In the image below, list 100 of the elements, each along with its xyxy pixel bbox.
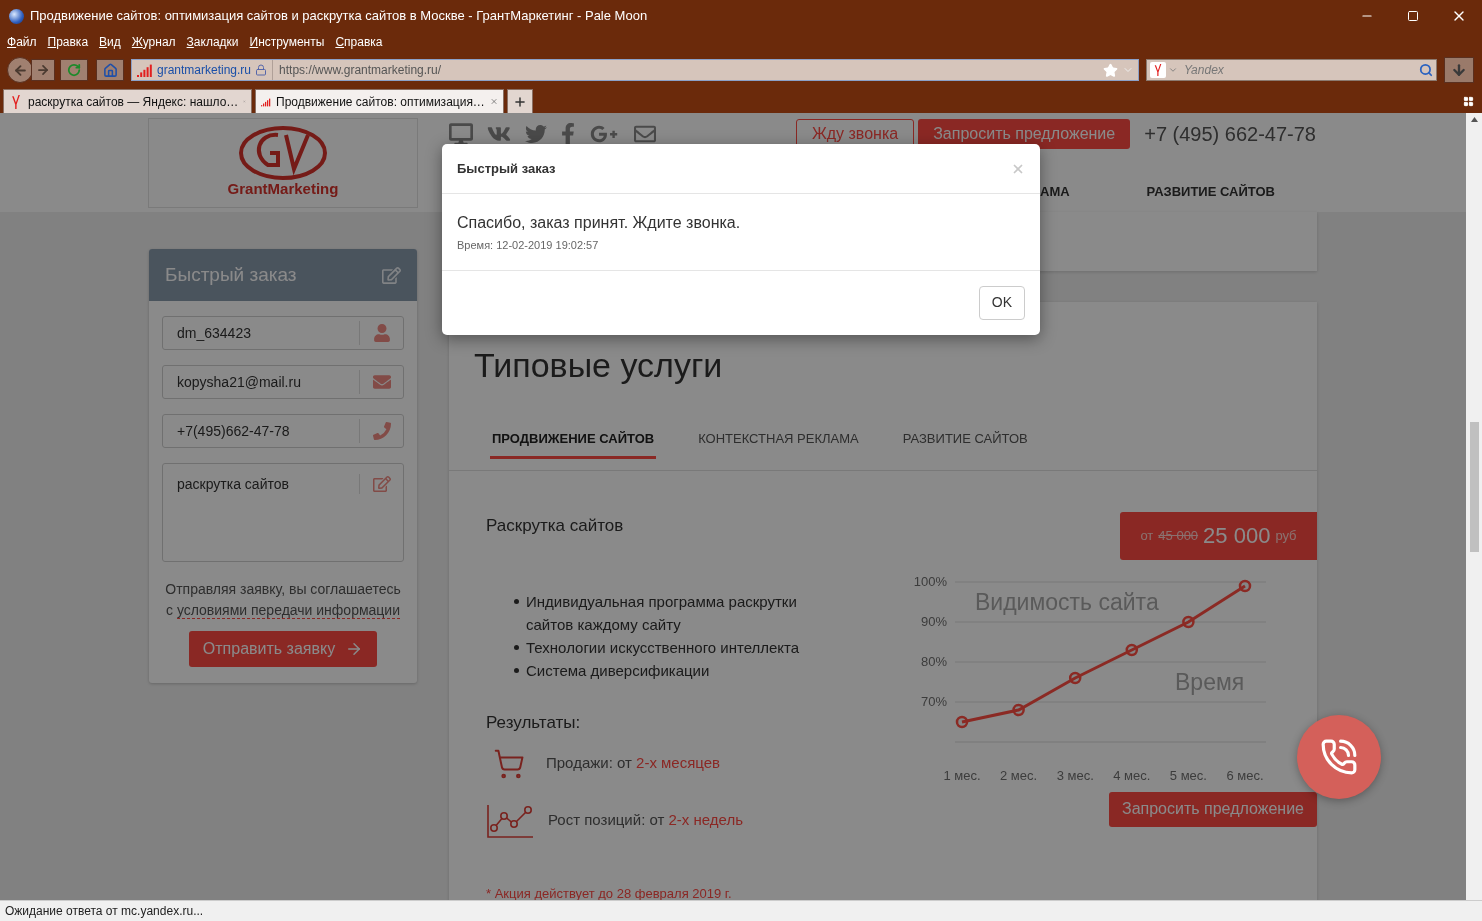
consent-text: Отправляя заявку, вы соглашаетесь с условиями передачи информации bbox=[164, 580, 402, 621]
menu-item[interactable]: Справка bbox=[335, 33, 383, 51]
reload-button[interactable] bbox=[60, 59, 88, 81]
url-text: https://www.grantmarketing.ru/ bbox=[279, 62, 442, 79]
field-value: раскрутка сайтов bbox=[176, 475, 290, 494]
home-icon bbox=[102, 62, 118, 78]
nav-link[interactable]: АМА bbox=[1040, 182, 1070, 202]
call-button[interactable] bbox=[1297, 715, 1381, 799]
search-input[interactable]: Yandex bbox=[1184, 61, 1419, 79]
scrollbar-thumb[interactable] bbox=[1469, 422, 1479, 552]
download-button[interactable] bbox=[1444, 57, 1474, 83]
growth-chart-icon bbox=[486, 803, 534, 838]
address-bar[interactable]: grantmarketing.ru https://www.grantmarketing.ru/ bbox=[131, 59, 1139, 81]
phone-icon bbox=[372, 422, 391, 440]
grid-icon[interactable] bbox=[1463, 96, 1474, 107]
menu-item[interactable]: Вид bbox=[99, 33, 121, 51]
feature-item: Индивидуальная программа раскрутки сайтов каждому сайту bbox=[526, 592, 798, 635]
ok-button[interactable]: OK bbox=[978, 285, 1025, 320]
tick-label: 1 мес. bbox=[943, 767, 981, 783]
promo-note: * Акция действует до 28 февраля 2019 г. bbox=[486, 884, 733, 900]
scroll-up-arrow-icon[interactable] bbox=[1470, 117, 1478, 122]
twitter-icon[interactable] bbox=[525, 123, 547, 145]
phone-icon bbox=[1320, 738, 1358, 776]
bullet-icon bbox=[514, 599, 519, 604]
facebook-icon[interactable] bbox=[561, 123, 575, 145]
tick-label: 3 мес. bbox=[1056, 767, 1094, 783]
price-prefix: от bbox=[1140, 526, 1154, 545]
browser-tab[interactable]: Продвижение сайтов: оптимизация… bbox=[255, 89, 504, 113]
feature-item: Технологии искусственного интеллекта bbox=[526, 638, 801, 658]
search-field[interactable]: Yandex bbox=[1146, 59, 1437, 81]
forward-button[interactable] bbox=[31, 59, 55, 81]
feature-item: Система диверсификации bbox=[526, 661, 711, 681]
data-point bbox=[1125, 643, 1139, 656]
signal-bars-icon bbox=[137, 63, 153, 77]
result-text: Рост позиций: от 2-х недель bbox=[548, 810, 743, 831]
nav-link[interactable]: РАЗВИТИЕ САЙТОВ bbox=[1146, 182, 1275, 202]
form-title: Быстрый заказ bbox=[165, 262, 297, 287]
lock-icon bbox=[255, 64, 268, 76]
terms-link[interactable]: условиями передачи информации bbox=[176, 602, 400, 619]
envelope-icon[interactable] bbox=[633, 123, 657, 145]
service-name: Раскрутка сайтов bbox=[486, 514, 625, 537]
data-point bbox=[955, 715, 969, 728]
yandex-icon bbox=[9, 94, 23, 109]
dropdown-icon[interactable] bbox=[1168, 65, 1178, 75]
message-field[interactable]: раскрутка сайтов bbox=[162, 463, 404, 562]
user-icon bbox=[372, 324, 391, 342]
star-icon[interactable] bbox=[1103, 62, 1118, 78]
bullet-icon bbox=[514, 645, 519, 650]
tick-label: 90% bbox=[920, 613, 947, 629]
logo-text: GrantMarketing bbox=[227, 179, 339, 200]
phone-number: +7 (495) 662-47-78 bbox=[1144, 122, 1316, 147]
search-icon[interactable] bbox=[1419, 63, 1433, 77]
dialog-message: Спасибо, заказ принят. Ждите звонка. bbox=[457, 213, 742, 233]
tick-label: 5 мес. bbox=[1169, 767, 1207, 783]
menu-item[interactable]: Журнал bbox=[131, 33, 176, 51]
globe-icon bbox=[9, 8, 24, 24]
input-field[interactable]: dm_634423 bbox=[162, 316, 404, 350]
price-currency: руб bbox=[1275, 526, 1297, 545]
home-button[interactable] bbox=[96, 59, 124, 81]
yandex-icon bbox=[1152, 64, 1164, 76]
menu-item[interactable]: Правка bbox=[47, 33, 89, 51]
result-text: Продажи: от 2-х месяцев bbox=[546, 753, 721, 774]
tick-label: 4 мес. bbox=[1113, 767, 1151, 783]
forward-arrow-icon bbox=[36, 63, 50, 77]
service-tab[interactable]: КОНТЕКСТНАЯ РЕКЛАМА bbox=[696, 429, 861, 459]
input-field[interactable]: kopysha21@mail.ru bbox=[162, 365, 404, 399]
price-value: 25 000 bbox=[1203, 522, 1271, 550]
request-offer-button[interactable]: Запросить предложение bbox=[1108, 791, 1317, 827]
old-price: 45 000 bbox=[1158, 526, 1199, 545]
window-title: Продвижение сайтов: оптимизация сайтов и раскрутка сайтов в Москве - ГрантМаркетинг - Pale Moon bbox=[30, 7, 648, 26]
field-value: +7(495)662-47-78 bbox=[176, 421, 291, 441]
maximize-icon bbox=[1407, 10, 1419, 22]
new-tab-button[interactable] bbox=[507, 89, 533, 113]
search-engine-icon[interactable] bbox=[1150, 62, 1166, 78]
timestamp: Время: 12-02-2019 19:02:57 bbox=[457, 238, 600, 253]
desktop-icon[interactable] bbox=[449, 123, 473, 145]
menu-item[interactable]: Закладки bbox=[186, 33, 239, 51]
service-tab[interactable]: ПРОДВИЖЕНИЕ САЙТОВ bbox=[490, 429, 657, 459]
service-tab[interactable]: РАЗВИТИЕ САЙТОВ bbox=[900, 429, 1030, 459]
browser-tab[interactable]: раскрутка сайтов — Яндекс: нашло… bbox=[3, 89, 252, 113]
status-text: Ожидание ответа от mc.yandex.ru... bbox=[5, 903, 204, 920]
menu-item[interactable]: Файл bbox=[7, 33, 37, 51]
results-title: Результаты: bbox=[486, 712, 582, 734]
edit-icon bbox=[372, 475, 391, 493]
google-plus-icon[interactable] bbox=[589, 123, 619, 145]
tick-label: 2 мес. bbox=[1000, 767, 1038, 783]
reload-icon bbox=[67, 63, 81, 77]
menu-item[interactable]: Инструменты bbox=[249, 33, 325, 51]
dialog-title: Быстрый заказ bbox=[457, 159, 556, 178]
tick-label: 80% bbox=[920, 653, 947, 669]
edit-icon bbox=[382, 265, 401, 285]
input-field[interactable]: +7(495)662-47-78 bbox=[162, 414, 404, 448]
scrollbar[interactable] bbox=[1466, 113, 1482, 900]
tick-label: 70% bbox=[920, 693, 947, 709]
back-button[interactable] bbox=[7, 57, 33, 83]
tab-title: Продвижение сайтов: оптимизация… bbox=[276, 93, 485, 111]
data-point bbox=[1068, 671, 1082, 684]
section-title: Типовые услуги bbox=[474, 345, 723, 385]
site-identity[interactable]: grantmarketing.ru bbox=[157, 61, 252, 79]
tab-title: раскрутка сайтов — Яндекс: нашло… bbox=[28, 93, 239, 111]
